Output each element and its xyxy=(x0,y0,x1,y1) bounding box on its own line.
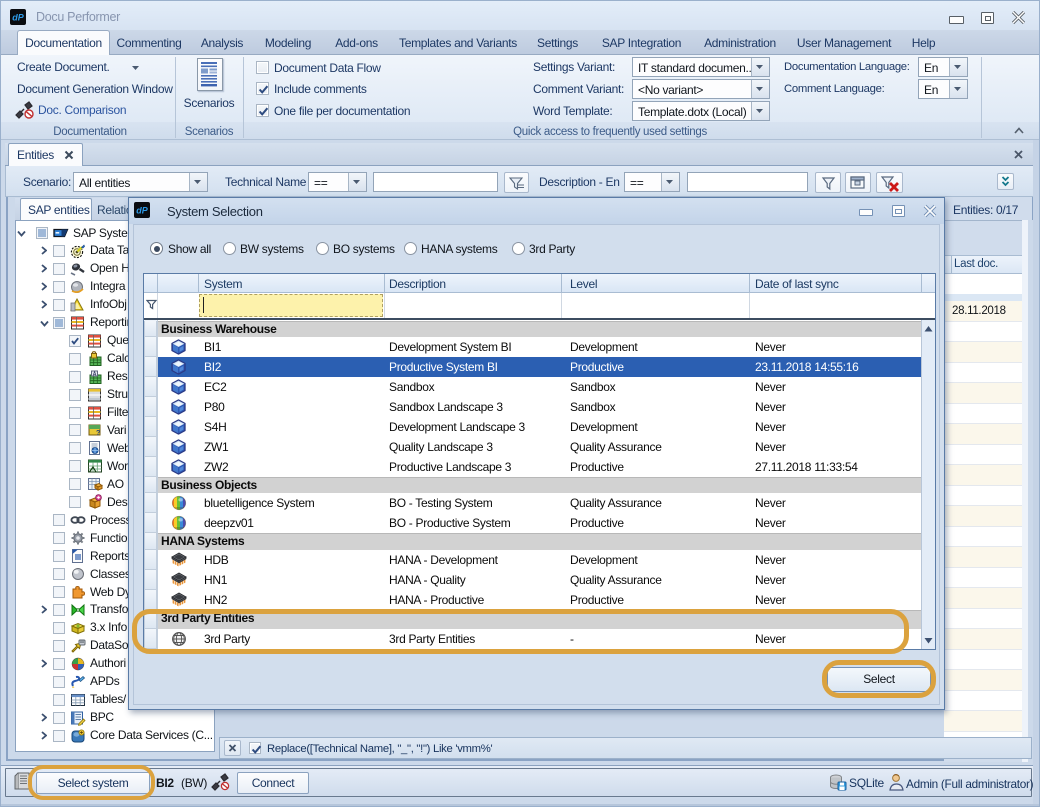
svg-text:A: A xyxy=(93,371,97,377)
svg-text:dP: dP xyxy=(136,206,148,216)
svg-text:?: ? xyxy=(96,430,100,437)
svg-text:dP: dP xyxy=(12,13,24,23)
